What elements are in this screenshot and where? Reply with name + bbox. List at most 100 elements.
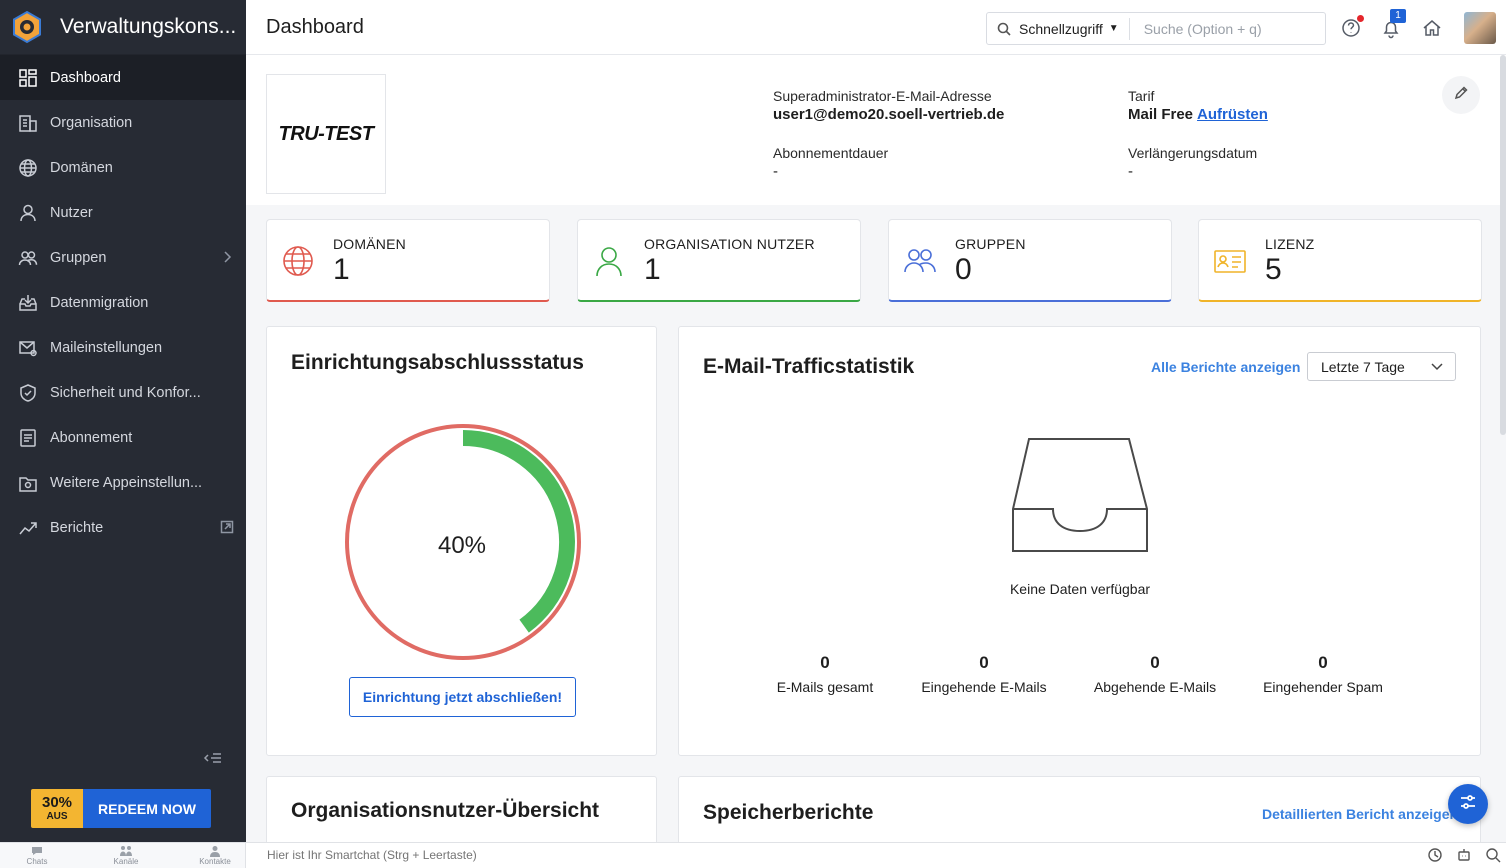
date-range-select[interactable]: Letzte 7 Tage bbox=[1307, 352, 1456, 381]
date-range-value: Letzte 7 Tage bbox=[1321, 358, 1405, 375]
search-input[interactable] bbox=[1143, 20, 1314, 37]
page-title: Dashboard bbox=[266, 15, 364, 38]
chat-icon bbox=[31, 845, 43, 857]
promo-discount: 30% AUS bbox=[31, 789, 83, 828]
stat-value: 1 bbox=[333, 253, 350, 286]
stat-label: LIZENZ bbox=[1265, 236, 1315, 252]
license-card-icon bbox=[1213, 244, 1247, 278]
sidebar-item-label: Dashboard bbox=[50, 69, 121, 86]
promo-banner[interactable]: 30% AUS REDEEM NOW bbox=[31, 789, 211, 828]
help-alert-dot bbox=[1357, 15, 1364, 22]
trend-icon bbox=[18, 518, 38, 538]
sliders-icon bbox=[1458, 792, 1478, 817]
scrollbar[interactable] bbox=[1500, 55, 1506, 435]
detailed-report-link[interactable]: Detaillierten Bericht anzeigen bbox=[1262, 806, 1458, 822]
sidebar-item-label: Weitere Appeinstellun... bbox=[50, 474, 203, 491]
dashboard-icon bbox=[18, 68, 38, 88]
shield-icon bbox=[18, 383, 38, 403]
bot-icon[interactable] bbox=[1456, 847, 1472, 863]
caret-down-icon[interactable]: ▼ bbox=[1109, 23, 1119, 34]
sidebar-item-label: Datenmigration bbox=[50, 294, 149, 311]
pencil-icon bbox=[1453, 85, 1469, 106]
help-icon[interactable] bbox=[1340, 15, 1364, 39]
admin-email-label: Superadministrator-E-Mail-Adresse bbox=[773, 88, 992, 104]
top-header: Dashboard Schnellzugriff ▼ 1 bbox=[246, 0, 1506, 55]
sidebar-item-domains[interactable]: Domänen bbox=[0, 145, 246, 190]
quick-access-dropdown[interactable]: Schnellzugriff bbox=[1019, 21, 1109, 37]
sidebar-item-groups[interactable]: Gruppen bbox=[0, 235, 246, 280]
avatar[interactable] bbox=[1464, 12, 1496, 44]
stat-card-domains[interactable]: DOMÄNEN 1 bbox=[266, 219, 550, 302]
sidebar-item-reports[interactable]: Berichte bbox=[0, 505, 246, 550]
search-icon[interactable] bbox=[1485, 847, 1501, 863]
sidebar-item-label: Nutzer bbox=[50, 204, 93, 221]
org-users-overview-title: Organisationsnutzer-Übersicht bbox=[291, 799, 600, 822]
group-icon bbox=[903, 244, 937, 278]
globe-icon bbox=[281, 244, 315, 278]
history-icon[interactable] bbox=[1427, 847, 1443, 863]
notification-bell-icon[interactable]: 1 bbox=[1380, 9, 1406, 39]
channels-icon bbox=[120, 845, 132, 857]
bottom-bar: Chats Kanäle Kontakte bbox=[0, 842, 1506, 868]
external-link-icon[interactable] bbox=[220, 520, 234, 534]
divider bbox=[1128, 17, 1130, 40]
brand: Verwaltungskons... bbox=[0, 0, 246, 55]
plan-label: Tarif bbox=[1128, 88, 1155, 104]
tab-channels[interactable]: Kanäle bbox=[96, 845, 156, 866]
sidebar-item-data-migration[interactable]: Datenmigration bbox=[0, 280, 246, 325]
metric-label: E-Mails gesamt bbox=[776, 679, 874, 695]
subscription-label: Abonnementdauer bbox=[773, 145, 889, 161]
all-reports-link[interactable]: Alle Berichte anzeigen bbox=[1151, 359, 1300, 375]
tab-contacts[interactable]: Kontakte bbox=[185, 845, 245, 866]
plan-block: Tarif Mail Free Aufrüsten bbox=[1128, 88, 1268, 123]
collapse-sidebar-icon[interactable] bbox=[203, 748, 223, 768]
metric-incoming-spam: 0 Eingehender Spam bbox=[1233, 653, 1413, 695]
stat-value: 1 bbox=[644, 253, 661, 286]
setup-status-panel: Einrichtungsabschlussstatus 40% Einricht… bbox=[266, 326, 657, 756]
admin-console-logo-icon bbox=[10, 10, 44, 44]
sidebar-item-organisation[interactable]: Organisation bbox=[0, 100, 246, 145]
plan-value: Mail Free Aufrüsten bbox=[1128, 106, 1268, 123]
sidebar-item-label: Maileinstellungen bbox=[50, 339, 163, 356]
stat-value: 5 bbox=[1265, 253, 1282, 286]
sidebar-item-label: Abonnement bbox=[50, 429, 133, 446]
metric-incoming-emails: 0 Eingehende E-Mails bbox=[894, 653, 1074, 695]
plan-name: Mail Free bbox=[1128, 106, 1194, 123]
sidebar-item-subscription[interactable]: Abonnement bbox=[0, 415, 246, 460]
subscription-value: - bbox=[773, 163, 778, 180]
stat-card-groups[interactable]: GRUPPEN 0 bbox=[888, 219, 1172, 302]
sidebar-item-dashboard[interactable]: Dashboard bbox=[0, 55, 246, 100]
metric-value: 0 bbox=[1318, 653, 1328, 672]
user-icon bbox=[592, 244, 626, 278]
promo-off: AUS bbox=[46, 811, 68, 822]
search-bar: Schnellzugriff ▼ bbox=[986, 12, 1326, 45]
tab-label: Chats bbox=[26, 857, 48, 866]
stat-label: DOMÄNEN bbox=[333, 236, 406, 252]
upgrade-link[interactable]: Aufrüsten bbox=[1197, 106, 1268, 123]
admin-email-value: user1@demo20.soell-vertrieb.de bbox=[773, 106, 1005, 123]
metric-outgoing-emails: 0 Abgehende E-Mails bbox=[1065, 653, 1245, 695]
sidebar-item-mail-settings[interactable]: Maileinstellungen bbox=[0, 325, 246, 370]
stat-value: 0 bbox=[955, 253, 972, 286]
home-icon[interactable] bbox=[1421, 17, 1443, 39]
sidebar-nav: Dashboard Organisation Domänen Nutzer Gr… bbox=[0, 55, 246, 550]
subscription-icon bbox=[18, 428, 38, 448]
edit-org-button[interactable] bbox=[1442, 76, 1480, 114]
smartchat-input[interactable] bbox=[267, 848, 667, 862]
redeem-now-button[interactable]: REDEEM NOW bbox=[83, 789, 211, 828]
sidebar-item-security[interactable]: Sicherheit und Konfor... bbox=[0, 370, 246, 415]
stat-card-org-users[interactable]: ORGANISATION NUTZER 1 bbox=[577, 219, 861, 302]
metric-label: Eingehende E-Mails bbox=[921, 679, 1047, 695]
stat-card-license[interactable]: LIZENZ 5 bbox=[1198, 219, 1482, 302]
sidebar-item-users[interactable]: Nutzer bbox=[0, 190, 246, 235]
setup-status-title: Einrichtungsabschlussstatus bbox=[291, 351, 584, 374]
sidebar-item-app-settings[interactable]: Weitere Appeinstellun... bbox=[0, 460, 246, 505]
admin-email-block: Superadministrator-E-Mail-Adresse user1@… bbox=[773, 88, 1004, 123]
tab-label: Kontakte bbox=[199, 857, 231, 866]
sidebar: Verwaltungskons... Dashboard Organisatio… bbox=[0, 0, 246, 842]
sidebar-item-label: Sicherheit und Konfor... bbox=[50, 384, 201, 401]
filter-settings-button[interactable] bbox=[1448, 784, 1488, 824]
tab-chats[interactable]: Chats bbox=[7, 845, 67, 866]
email-traffic-panel: E-Mail-Trafficstatistik Alle Berichte an… bbox=[678, 326, 1481, 756]
finish-setup-button[interactable]: Einrichtung jetzt abschließen! bbox=[349, 677, 576, 717]
